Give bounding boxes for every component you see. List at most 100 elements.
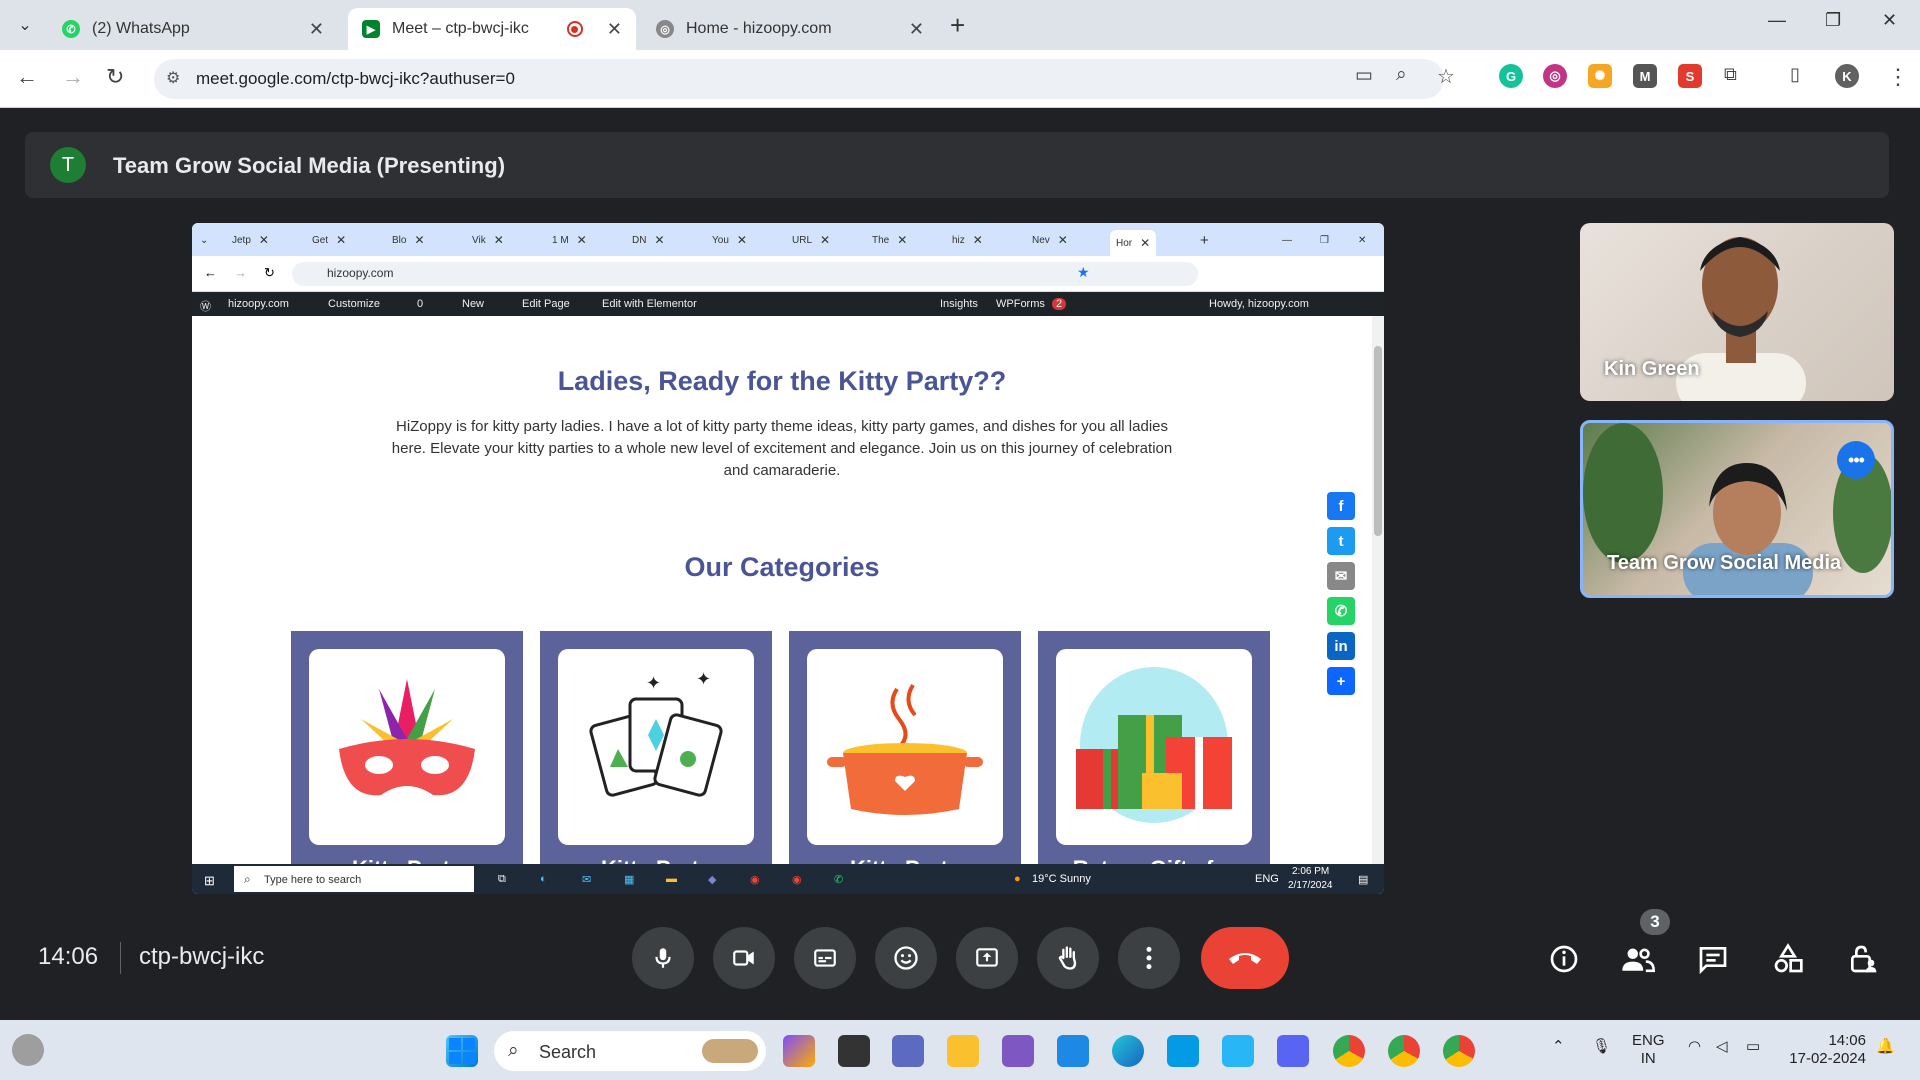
tab-whatsapp[interactable]: ✆ (2) WhatsApp ✕ bbox=[48, 8, 338, 50]
extension-icon[interactable]: ◎ bbox=[1543, 64, 1567, 88]
bookmark-star-icon[interactable]: ☆ bbox=[1437, 64, 1455, 89]
shared-search-icon: ⌕ bbox=[244, 872, 251, 886]
clipchamp-icon[interactable] bbox=[1002, 1035, 1034, 1067]
seo-extension-icon[interactable]: S bbox=[1678, 64, 1702, 88]
shared-tab: Vik ✕ bbox=[472, 233, 504, 247]
copilot-icon[interactable] bbox=[783, 1035, 815, 1067]
reload-button[interactable]: ↻ bbox=[106, 64, 124, 90]
close-window-button[interactable]: ✕ bbox=[1882, 10, 1897, 31]
address-bar[interactable]: ⚙ meet.google.com/ctp-bwcj-ikc?authuser=… bbox=[154, 59, 1444, 99]
admin-site-link: hizoopy.com bbox=[228, 298, 289, 310]
extensions-puzzle-icon[interactable]: ⧉ bbox=[1724, 64, 1737, 85]
host-controls-button[interactable] bbox=[1843, 939, 1883, 979]
shared-app-icon: ◆ bbox=[708, 874, 717, 886]
skype-icon[interactable] bbox=[1167, 1035, 1199, 1067]
activities-button[interactable] bbox=[1768, 939, 1808, 979]
page-intro: HiZoppy is for kitty party ladies. I hav… bbox=[391, 418, 1173, 479]
task-view-icon[interactable] bbox=[838, 1035, 870, 1067]
chrome-icon[interactable] bbox=[1388, 1035, 1420, 1067]
shared-screen: ⌄ Jetp ✕ Get ✕ Blo ✕ Vik ✕ 1 M ✕ DN ✕ You ✕ URL… bbox=[192, 223, 1384, 894]
grammarly-extension-icon[interactable]: G bbox=[1499, 64, 1523, 88]
system-clock[interactable]: 14:06 17-02-2024 bbox=[1786, 1032, 1866, 1068]
microphone-tray-icon[interactable]: 🎙 bbox=[1592, 1038, 1611, 1056]
browser-menu-icon[interactable]: ⋮ bbox=[1887, 64, 1909, 90]
people-icon bbox=[1622, 948, 1655, 973]
microphone-button[interactable] bbox=[632, 927, 694, 989]
meeting-details-button[interactable] bbox=[1544, 939, 1584, 979]
notification-bell-icon[interactable]: 🔔 bbox=[1876, 1038, 1895, 1056]
chat-button[interactable] bbox=[1693, 939, 1733, 979]
close-tab-icon[interactable]: ✕ bbox=[607, 19, 622, 40]
tab-hizoopy[interactable]: ◎ Home - hizoopy.com ✕ bbox=[642, 8, 938, 50]
people-button[interactable] bbox=[1618, 939, 1658, 979]
admin-elementor-link: Edit with Elementor bbox=[602, 298, 697, 310]
more-options-button[interactable] bbox=[1118, 927, 1180, 989]
taskbar-search[interactable]: ⌕ Search bbox=[494, 1031, 766, 1071]
shared-tab: Blo ✕ bbox=[392, 233, 425, 247]
site-info-icon[interactable]: ⚙ bbox=[166, 68, 180, 88]
url-text: meet.google.com/ctp-bwcj-ikc?authuser=0 bbox=[196, 69, 515, 88]
close-tab-icon[interactable]: ✕ bbox=[909, 19, 924, 40]
raise-hand-button[interactable] bbox=[1037, 927, 1099, 989]
leave-call-button[interactable] bbox=[1201, 927, 1289, 989]
wpforms-badge: 2 bbox=[1052, 298, 1067, 310]
camera-button[interactable] bbox=[713, 927, 775, 989]
lang-line: ENG bbox=[1632, 1032, 1665, 1049]
shared-weather: 19°C Sunny bbox=[1032, 873, 1091, 885]
reactions-button[interactable] bbox=[875, 927, 937, 989]
shared-reload-icon: ↻ bbox=[264, 265, 275, 280]
battery-icon[interactable]: ▭ bbox=[1746, 1038, 1760, 1056]
notepad-icon[interactable] bbox=[1222, 1035, 1254, 1067]
back-button[interactable]: ← bbox=[16, 64, 38, 90]
participant-tile[interactable]: Kin Green bbox=[1580, 223, 1894, 401]
browser-tab-strip: ⌄ ✆ (2) WhatsApp ✕ ▶ Meet – ctp-bwcj-ikc… bbox=[0, 0, 1920, 50]
cooking-pot-icon bbox=[807, 649, 1003, 845]
close-tab-icon[interactable]: ✕ bbox=[309, 19, 324, 40]
shared-notifications-icon: ▤ bbox=[1358, 874, 1369, 886]
volume-icon[interactable]: ◁ bbox=[1716, 1038, 1728, 1056]
clock-date: 17-02-2024 bbox=[1789, 1050, 1866, 1067]
chrome-icon[interactable] bbox=[1443, 1035, 1475, 1067]
browser-toolbar: ← → ↻ ⚙ meet.google.com/ctp-bwcj-ikc?aut… bbox=[0, 50, 1920, 108]
camera-in-use-icon[interactable]: ▭ bbox=[1355, 64, 1373, 87]
shared-task-view-icon: ⧉ bbox=[498, 873, 506, 885]
side-panel-icon[interactable]: ▯ bbox=[1790, 64, 1800, 85]
widgets-icon[interactable] bbox=[12, 1034, 44, 1066]
windows-start-icon[interactable] bbox=[446, 1035, 478, 1067]
captions-button[interactable] bbox=[794, 927, 856, 989]
shared-bookmark-icon: ★ bbox=[1077, 264, 1090, 280]
mail-icon[interactable] bbox=[1057, 1035, 1089, 1067]
share-sidebar: f t ✉ ✆ in + bbox=[1327, 492, 1357, 702]
admin-wpforms-link: WPForms bbox=[996, 298, 1045, 310]
new-tab-button[interactable]: + bbox=[950, 10, 965, 41]
admin-howdy: Howdy, hizoopy.com bbox=[1209, 298, 1309, 310]
svg-text:✦: ✦ bbox=[696, 669, 711, 690]
zoom-icon[interactable]: ⌕ bbox=[1396, 64, 1407, 86]
hang-up-icon bbox=[1229, 953, 1261, 964]
participant-tile-speaking[interactable]: ••• Team Grow Social Media bbox=[1580, 420, 1894, 598]
language-indicator[interactable]: ENG IN bbox=[1632, 1032, 1665, 1068]
extension-icon[interactable]: ✺ bbox=[1588, 64, 1612, 88]
wifi-icon[interactable]: ◠ bbox=[1688, 1038, 1701, 1056]
file-explorer-icon[interactable] bbox=[947, 1035, 979, 1067]
activities-icon bbox=[1774, 943, 1803, 973]
restore-button[interactable]: ❐ bbox=[1825, 10, 1841, 31]
edge-icon[interactable] bbox=[1112, 1035, 1144, 1067]
teams-icon[interactable] bbox=[892, 1035, 924, 1067]
category-card: Return Gifts for bbox=[1038, 631, 1270, 891]
more-options-icon[interactable]: ••• bbox=[1837, 441, 1875, 479]
show-hidden-icons[interactable]: ⌃ bbox=[1552, 1038, 1565, 1056]
tab-meet[interactable]: ▶ Meet – ctp-bwcj-ikc ✕ bbox=[348, 8, 636, 50]
discord-icon[interactable] bbox=[1277, 1035, 1309, 1067]
admin-edit-page-link: Edit Page bbox=[522, 298, 570, 310]
tab-search-button[interactable]: ⌄ bbox=[10, 8, 40, 42]
gift-boxes-icon bbox=[1056, 649, 1252, 845]
profile-avatar[interactable]: K bbox=[1835, 64, 1859, 88]
taskbar-search-label: Search bbox=[539, 1042, 597, 1062]
shared-tab: hiz ✕ bbox=[952, 233, 983, 247]
extension-icon[interactable]: M bbox=[1633, 64, 1657, 88]
present-screen-button[interactable] bbox=[956, 927, 1018, 989]
forward-button[interactable]: → bbox=[62, 64, 84, 90]
chrome-icon[interactable] bbox=[1333, 1035, 1365, 1067]
minimize-button[interactable]: — bbox=[1768, 10, 1786, 31]
